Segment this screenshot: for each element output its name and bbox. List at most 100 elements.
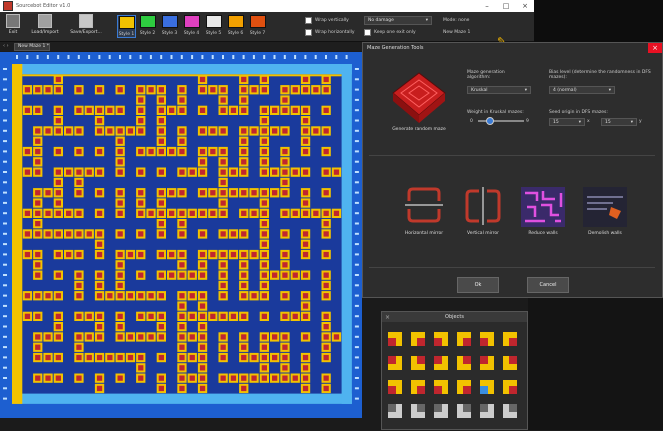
object-tile[interactable] <box>411 332 425 346</box>
object-tile[interactable] <box>480 404 494 418</box>
maze-wall-core <box>117 148 123 155</box>
style-1-button[interactable]: Style 1 <box>117 15 136 38</box>
damage-select[interactable]: No damage ▾ <box>364 16 432 25</box>
maze-wall-core <box>241 251 247 258</box>
maze-wall-core <box>138 334 144 340</box>
object-tile[interactable] <box>411 380 425 394</box>
wrap-vertically-checkbox[interactable]: Wrap vertically <box>305 17 349 24</box>
maze-grid[interactable] <box>0 52 362 418</box>
maze-wall-core <box>251 293 257 299</box>
minimize-button[interactable]: – <box>478 0 496 12</box>
vertical-mirror-icon[interactable] <box>465 187 501 225</box>
object-tile[interactable] <box>388 332 402 346</box>
maze-wall-core <box>158 334 164 340</box>
horizontal-mirror-icon[interactable] <box>405 187 443 223</box>
maze-wall-core <box>282 210 288 216</box>
style-7-button[interactable]: Style 7 <box>249 15 266 36</box>
maze-wall-core <box>261 169 267 175</box>
maze-wall-core <box>96 354 103 361</box>
ruler-tick <box>3 346 7 349</box>
exit-button[interactable]: Exit <box>4 14 22 35</box>
seed-y-input[interactable]: 15 ▾ <box>601 118 637 126</box>
load-import-button[interactable]: Load/Import <box>28 14 62 35</box>
slider-knob[interactable] <box>486 117 494 125</box>
close-icon[interactable]: × <box>648 43 662 53</box>
maximize-button[interactable]: □ <box>497 0 515 12</box>
ruler-tick <box>129 55 132 59</box>
maze-wall-core <box>45 334 51 340</box>
algorithm-select[interactable]: Kruskal ▾ <box>467 86 531 94</box>
object-tile[interactable] <box>503 332 517 346</box>
maze-wall-core <box>292 169 298 175</box>
object-tile[interactable] <box>503 356 517 370</box>
close-window-button[interactable]: × <box>516 0 534 12</box>
maze-wall-core <box>35 375 41 381</box>
maze-wall-core <box>241 138 247 144</box>
object-tile[interactable] <box>503 404 517 418</box>
style-6-button[interactable]: Style 6 <box>227 15 244 36</box>
object-tile[interactable] <box>457 380 471 394</box>
close-icon[interactable]: × <box>385 313 390 323</box>
tab-new-maze-1[interactable]: New Maze 1 * <box>14 43 50 51</box>
ok-button[interactable]: Ok <box>457 277 499 293</box>
maze-wall-core <box>45 210 51 216</box>
maze-wall-core <box>158 354 164 361</box>
maze-wall-core <box>302 375 309 381</box>
style-3-button[interactable]: Style 3 <box>161 15 178 36</box>
ruler-tick <box>354 366 359 369</box>
ruler-tick <box>354 119 359 122</box>
style-2-button[interactable]: Style 2 <box>139 15 156 36</box>
maze-wall-core <box>199 190 206 196</box>
maze-wall-core <box>241 128 247 134</box>
ruler-tick <box>345 55 348 59</box>
cancel-button[interactable]: Cancel <box>527 277 569 293</box>
keep-exit-checkbox[interactable]: Keep one exit only <box>364 29 416 36</box>
object-tile[interactable] <box>388 356 402 370</box>
style-4-button[interactable]: Style 4 <box>183 15 200 36</box>
vertical-mirror-caption: Vertical mirror <box>466 231 500 236</box>
object-tile[interactable] <box>411 356 425 370</box>
wrap-horizontally-checkbox[interactable]: Wrap horizontally <box>305 29 355 36</box>
reduce-walls-icon[interactable] <box>521 187 565 227</box>
demolish-walls-icon[interactable] <box>583 187 627 227</box>
object-tile[interactable] <box>480 380 494 394</box>
object-tile[interactable] <box>411 404 425 418</box>
ruler-tick <box>77 55 80 59</box>
maze-wall-core <box>220 210 226 216</box>
object-tile[interactable] <box>457 404 471 418</box>
object-tile[interactable] <box>434 380 448 394</box>
generate-maze-icon[interactable] <box>391 71 447 127</box>
seed-x-input[interactable]: 15 ▾ <box>549 118 585 126</box>
maze-wall-core <box>55 354 61 361</box>
maze-canvas[interactable] <box>0 52 362 418</box>
ruler-tick <box>3 212 7 215</box>
object-tile[interactable] <box>434 356 448 370</box>
maze-wall-core <box>35 128 41 134</box>
maze-wall-core <box>261 190 267 196</box>
object-tile[interactable] <box>480 332 494 346</box>
object-tile[interactable] <box>434 332 448 346</box>
object-tile[interactable] <box>388 380 402 394</box>
object-tile[interactable] <box>388 404 402 418</box>
maze-wall-core <box>302 303 309 309</box>
object-tile[interactable] <box>457 356 471 370</box>
save-export-button[interactable]: Save/Export... <box>66 14 106 35</box>
maze-wall-core <box>199 262 206 268</box>
tab-scroll-arrows-icon[interactable]: ‹ › <box>3 43 9 49</box>
bias-select[interactable]: 4 (normal) ▾ <box>549 86 615 94</box>
object-tile[interactable] <box>457 332 471 346</box>
ruler-tick <box>3 253 7 256</box>
style-5-button[interactable]: Style 5 <box>205 15 222 36</box>
border-wall-left <box>12 64 23 404</box>
ruler-tick <box>180 55 183 59</box>
object-tile[interactable] <box>434 404 448 418</box>
maze-wall-core <box>302 251 309 258</box>
weight-slider[interactable] <box>478 117 524 125</box>
object-tile[interactable] <box>503 380 517 394</box>
ok-label: Ok <box>474 282 482 288</box>
ruler-tick <box>325 55 327 59</box>
maze-wall-core <box>282 169 288 175</box>
ruler-tick <box>354 88 359 91</box>
objects-grid[interactable] <box>382 322 527 429</box>
object-tile[interactable] <box>480 356 494 370</box>
